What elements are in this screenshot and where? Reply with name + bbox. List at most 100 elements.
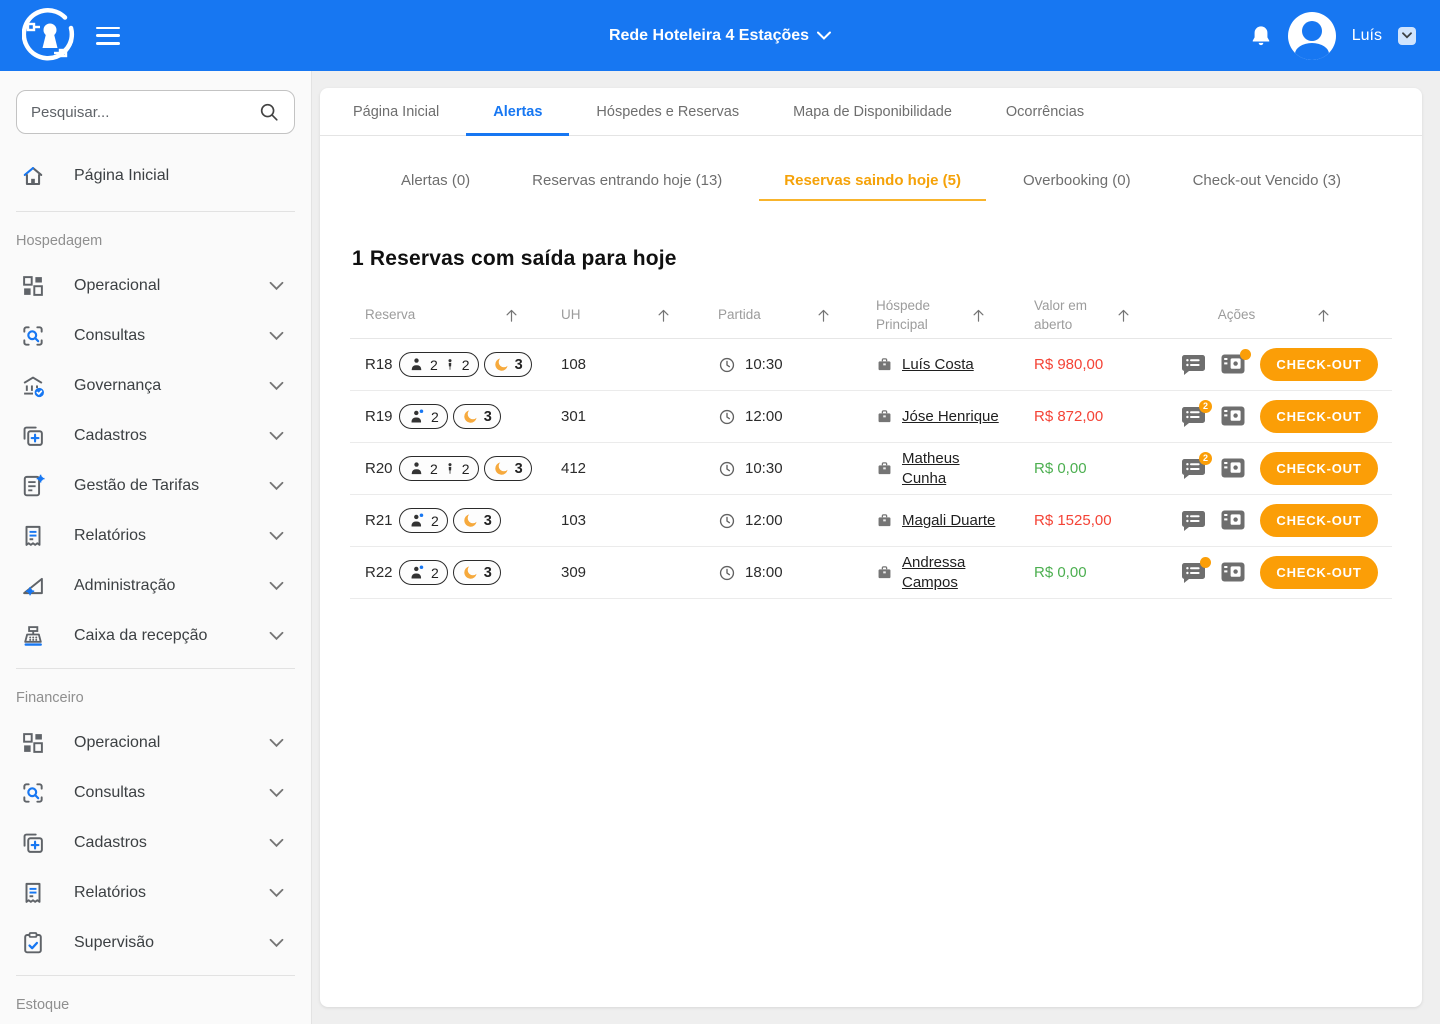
sidebar-item-hospedagem-consultas[interactable]: Consultas: [0, 311, 311, 361]
tab-hospedes-e-reservas[interactable]: Hóspedes e Reservas: [569, 88, 766, 135]
nights-badge: 3: [484, 352, 532, 377]
clock-icon: [718, 356, 736, 374]
sidebar-item-label: Cadastros: [74, 834, 269, 852]
sort-asc-icon[interactable]: [1315, 307, 1332, 324]
tab-alertas[interactable]: Alertas: [466, 88, 569, 135]
messages-action-icon[interactable]: 2: [1180, 405, 1207, 429]
open-amount: R$ 980,00: [1034, 356, 1103, 373]
clipboard-check-icon: [20, 930, 46, 956]
sidebar-item-hospedagem-caixa-da-recepcao[interactable]: Caixa da recepção: [0, 611, 311, 661]
sidebar-item-label: Relatórios: [74, 527, 269, 545]
sidebar-item-financeiro-supervisao[interactable]: Supervisão: [0, 918, 311, 968]
document-gear-icon: [20, 473, 46, 499]
user-name: Luís: [1352, 27, 1382, 45]
sort-asc-icon[interactable]: [815, 307, 832, 324]
sidebar-item-hospedagem-relatorios[interactable]: Relatórios: [0, 511, 311, 561]
check-out-button[interactable]: CHECK-OUT: [1260, 452, 1378, 485]
reservation-id: R21: [350, 512, 394, 529]
sidebar-item-financeiro-relatorios[interactable]: Relatórios: [0, 868, 311, 918]
reservation-row-r18: R1822310810:30Luís CostaR$ 980,00CHECK-O…: [350, 339, 1392, 391]
sidebar-item-financeiro-operacional[interactable]: Operacional: [0, 718, 311, 768]
sidebar-item-hospedagem-administracao[interactable]: Administração: [0, 561, 311, 611]
chevron-down-icon: [269, 838, 284, 848]
subtab-reservas-saindo-hoje[interactable]: Reservas saindo hoje (5): [759, 162, 986, 201]
messages-action-icon[interactable]: 2: [1180, 457, 1207, 481]
user-menu-button[interactable]: [1398, 27, 1416, 45]
guest-name-link[interactable]: Magali Duarte: [902, 511, 995, 531]
check-out-button[interactable]: CHECK-OUT: [1260, 348, 1378, 381]
sidebar-item-financeiro-cadastros[interactable]: Cadastros: [0, 818, 311, 868]
notifications-bell-icon[interactable]: [1250, 24, 1272, 48]
sidebar-divider: [16, 668, 295, 669]
user-avatar[interactable]: [1288, 12, 1336, 60]
guest-count: 2: [431, 565, 439, 581]
search-input[interactable]: [31, 104, 258, 121]
column-header-reserva: Reserva: [350, 306, 546, 324]
subtab-check-out-vencido[interactable]: Check-out Vencido (3): [1168, 162, 1366, 201]
sidebar-item-pagina-inicial[interactable]: Página Inicial: [0, 148, 311, 204]
sidebar-item-label: Supervisão: [74, 934, 269, 952]
top-header: Rede Hoteleira 4 Estações Luís: [0, 0, 1440, 71]
alert-subtabs: Alertas (0) Reservas entrando hoje (13) Re…: [320, 162, 1422, 201]
messages-action-icon[interactable]: [1180, 353, 1207, 377]
reservation-row-r20: R2022341210:30Matheus CunhaR$ 0,002CHECK…: [350, 443, 1392, 495]
sidebar-item-hospedagem-operacional[interactable]: Operacional: [0, 261, 311, 311]
clock-icon: [718, 512, 736, 530]
subtab-reservas-entrando-hoje[interactable]: Reservas entrando hoje (13): [507, 162, 747, 201]
sort-asc-icon[interactable]: [1115, 307, 1132, 324]
check-out-button[interactable]: CHECK-OUT: [1260, 556, 1378, 589]
brand-logo-icon[interactable]: [22, 8, 78, 64]
sort-asc-icon[interactable]: [503, 307, 520, 324]
guest-name-link[interactable]: Matheus Cunha: [902, 449, 1000, 489]
chevron-down-icon: [269, 631, 284, 641]
table-body: R1822310810:30Luís CostaR$ 980,00CHECK-O…: [350, 339, 1392, 599]
menu-toggle-button[interactable]: [96, 27, 120, 45]
sidebar-item-hospedagem-cadastros[interactable]: Cadastros: [0, 411, 311, 461]
sort-asc-icon[interactable]: [970, 307, 987, 324]
reservation-row-r22: R222330918:00Andressa CamposR$ 0,00CHECK…: [350, 547, 1392, 599]
bank-check-icon: [20, 373, 46, 399]
account-card-action-icon[interactable]: [1220, 509, 1247, 533]
account-card-action-icon[interactable]: [1220, 561, 1247, 585]
sort-asc-icon[interactable]: [655, 307, 672, 324]
guest-name-link[interactable]: Andressa Campos: [902, 553, 1000, 593]
tab-mapa-de-disponibilidade[interactable]: Mapa de Disponibilidade: [766, 88, 979, 135]
subtab-overbooking[interactable]: Overbooking (0): [998, 162, 1156, 201]
search-icon[interactable]: [258, 101, 280, 123]
home-icon: [20, 163, 46, 189]
account-card-action-icon[interactable]: [1220, 457, 1247, 481]
account-card-action-icon[interactable]: [1220, 405, 1247, 429]
check-out-button[interactable]: CHECK-OUT: [1260, 400, 1378, 433]
copy-plus-icon: [20, 830, 46, 856]
guests-badge: 2: [399, 404, 448, 429]
briefcase-icon: [876, 356, 893, 373]
sidebar-item-label: Consultas: [74, 784, 269, 802]
messages-action-icon[interactable]: [1180, 561, 1207, 585]
subtab-alertas[interactable]: Alertas (0): [376, 162, 495, 201]
sidebar-item-label: Operacional: [74, 734, 269, 752]
room-number: 103: [561, 512, 586, 529]
messages-action-icon[interactable]: [1180, 509, 1207, 533]
reservation-id: R22: [350, 564, 394, 581]
guest-name-link[interactable]: Jóse Henrique: [902, 407, 999, 427]
tab-ocorrencias[interactable]: Ocorrências: [979, 88, 1111, 135]
receipt-icon: [20, 523, 46, 549]
account-card-action-icon[interactable]: [1220, 353, 1247, 377]
sidebar-item-financeiro-consultas[interactable]: Consultas: [0, 768, 311, 818]
search-scan-icon: [20, 323, 46, 349]
sidebar-divider: [16, 975, 295, 976]
open-amount: R$ 1525,00: [1034, 512, 1112, 529]
tab-pagina-inicial[interactable]: Página Inicial: [326, 88, 466, 135]
guest-name-link[interactable]: Luís Costa: [902, 355, 974, 375]
adult-dot-icon: [408, 512, 426, 529]
guest-count: 2: [431, 409, 439, 425]
check-out-button[interactable]: CHECK-OUT: [1260, 504, 1378, 537]
chevron-down-icon: [269, 481, 284, 491]
sidebar-item-hospedagem-gestao-de-tarifas[interactable]: Gestão de Tarifas: [0, 461, 311, 511]
open-amount: R$ 0,00: [1034, 564, 1087, 581]
sidebar-item-hospedagem-governanca[interactable]: Governança: [0, 361, 311, 411]
room-number: 108: [561, 356, 586, 373]
chevron-down-icon: [269, 331, 284, 341]
hotel-chain-selector[interactable]: Rede Hoteleira 4 Estações: [609, 27, 831, 45]
nights-badge: 3: [453, 560, 501, 585]
